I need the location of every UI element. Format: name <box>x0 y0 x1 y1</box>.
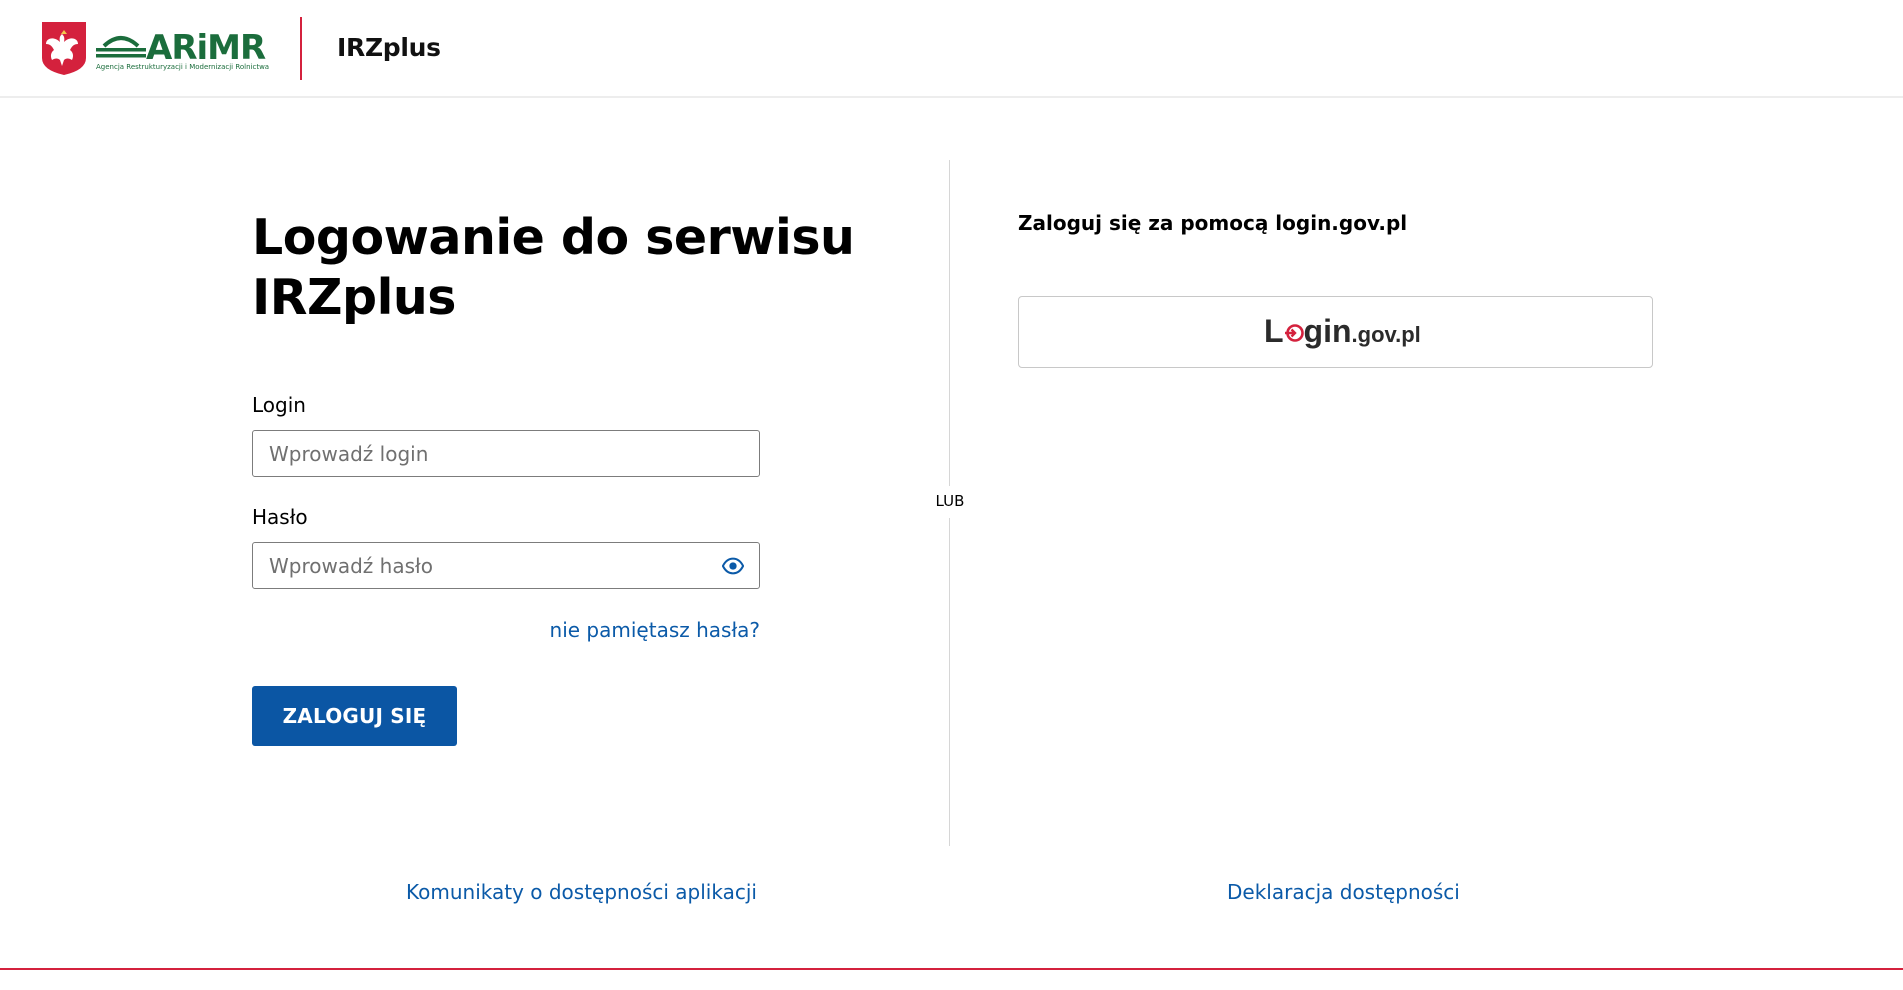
arimr-subtitle: Agencja Restrukturyzacji i Modernizacji … <box>96 63 270 71</box>
login-button[interactable]: ZALOGUJ SIĘ <box>252 686 457 746</box>
arimr-logo: ARiMR Agencja Restrukturyzacji i Moderni… <box>96 28 269 74</box>
vertical-divider <box>949 518 950 846</box>
accessibility-declaration-link[interactable]: Deklaracja dostępności <box>1227 880 1460 904</box>
vertical-divider <box>949 160 950 486</box>
or-separator-text: LUB <box>935 492 965 510</box>
app-name: IRZplus <box>337 33 441 62</box>
footer-divider <box>0 968 1903 970</box>
logingov-logo-letter: L <box>1264 313 1284 349</box>
login-label: Login <box>252 393 306 417</box>
logingov-logo-word: gin <box>1303 313 1352 349</box>
password-input[interactable] <box>252 542 760 589</box>
arimr-arch-icon <box>96 36 146 58</box>
password-label: Hasło <box>252 505 308 529</box>
page-header: ARiMR Agencja Restrukturyzacji i Moderni… <box>0 0 1903 98</box>
logingov-arrow-circle-icon <box>1284 324 1304 342</box>
forgot-password-link[interactable]: nie pamiętasz hasła? <box>520 618 760 642</box>
page-title: Logowanie do serwisu IRZplus <box>252 209 855 326</box>
logingov-logo: L gin.gov.pl <box>1264 313 1421 349</box>
eye-icon[interactable] <box>722 555 744 577</box>
header-divider <box>300 17 302 80</box>
accessibility-messages-link[interactable]: Komunikaty o dostępności aplikacji <box>406 880 757 904</box>
logingov-button[interactable]: L gin.gov.pl <box>1018 296 1653 368</box>
login-input[interactable] <box>252 430 760 477</box>
arimr-wordmark: ARiMR <box>146 28 266 68</box>
logingov-logo-domain: .gov.pl <box>1351 322 1421 347</box>
logingov-heading: Zaloguj się za pomocą login.gov.pl <box>1018 211 1408 235</box>
polish-eagle-emblem-icon <box>42 22 86 75</box>
